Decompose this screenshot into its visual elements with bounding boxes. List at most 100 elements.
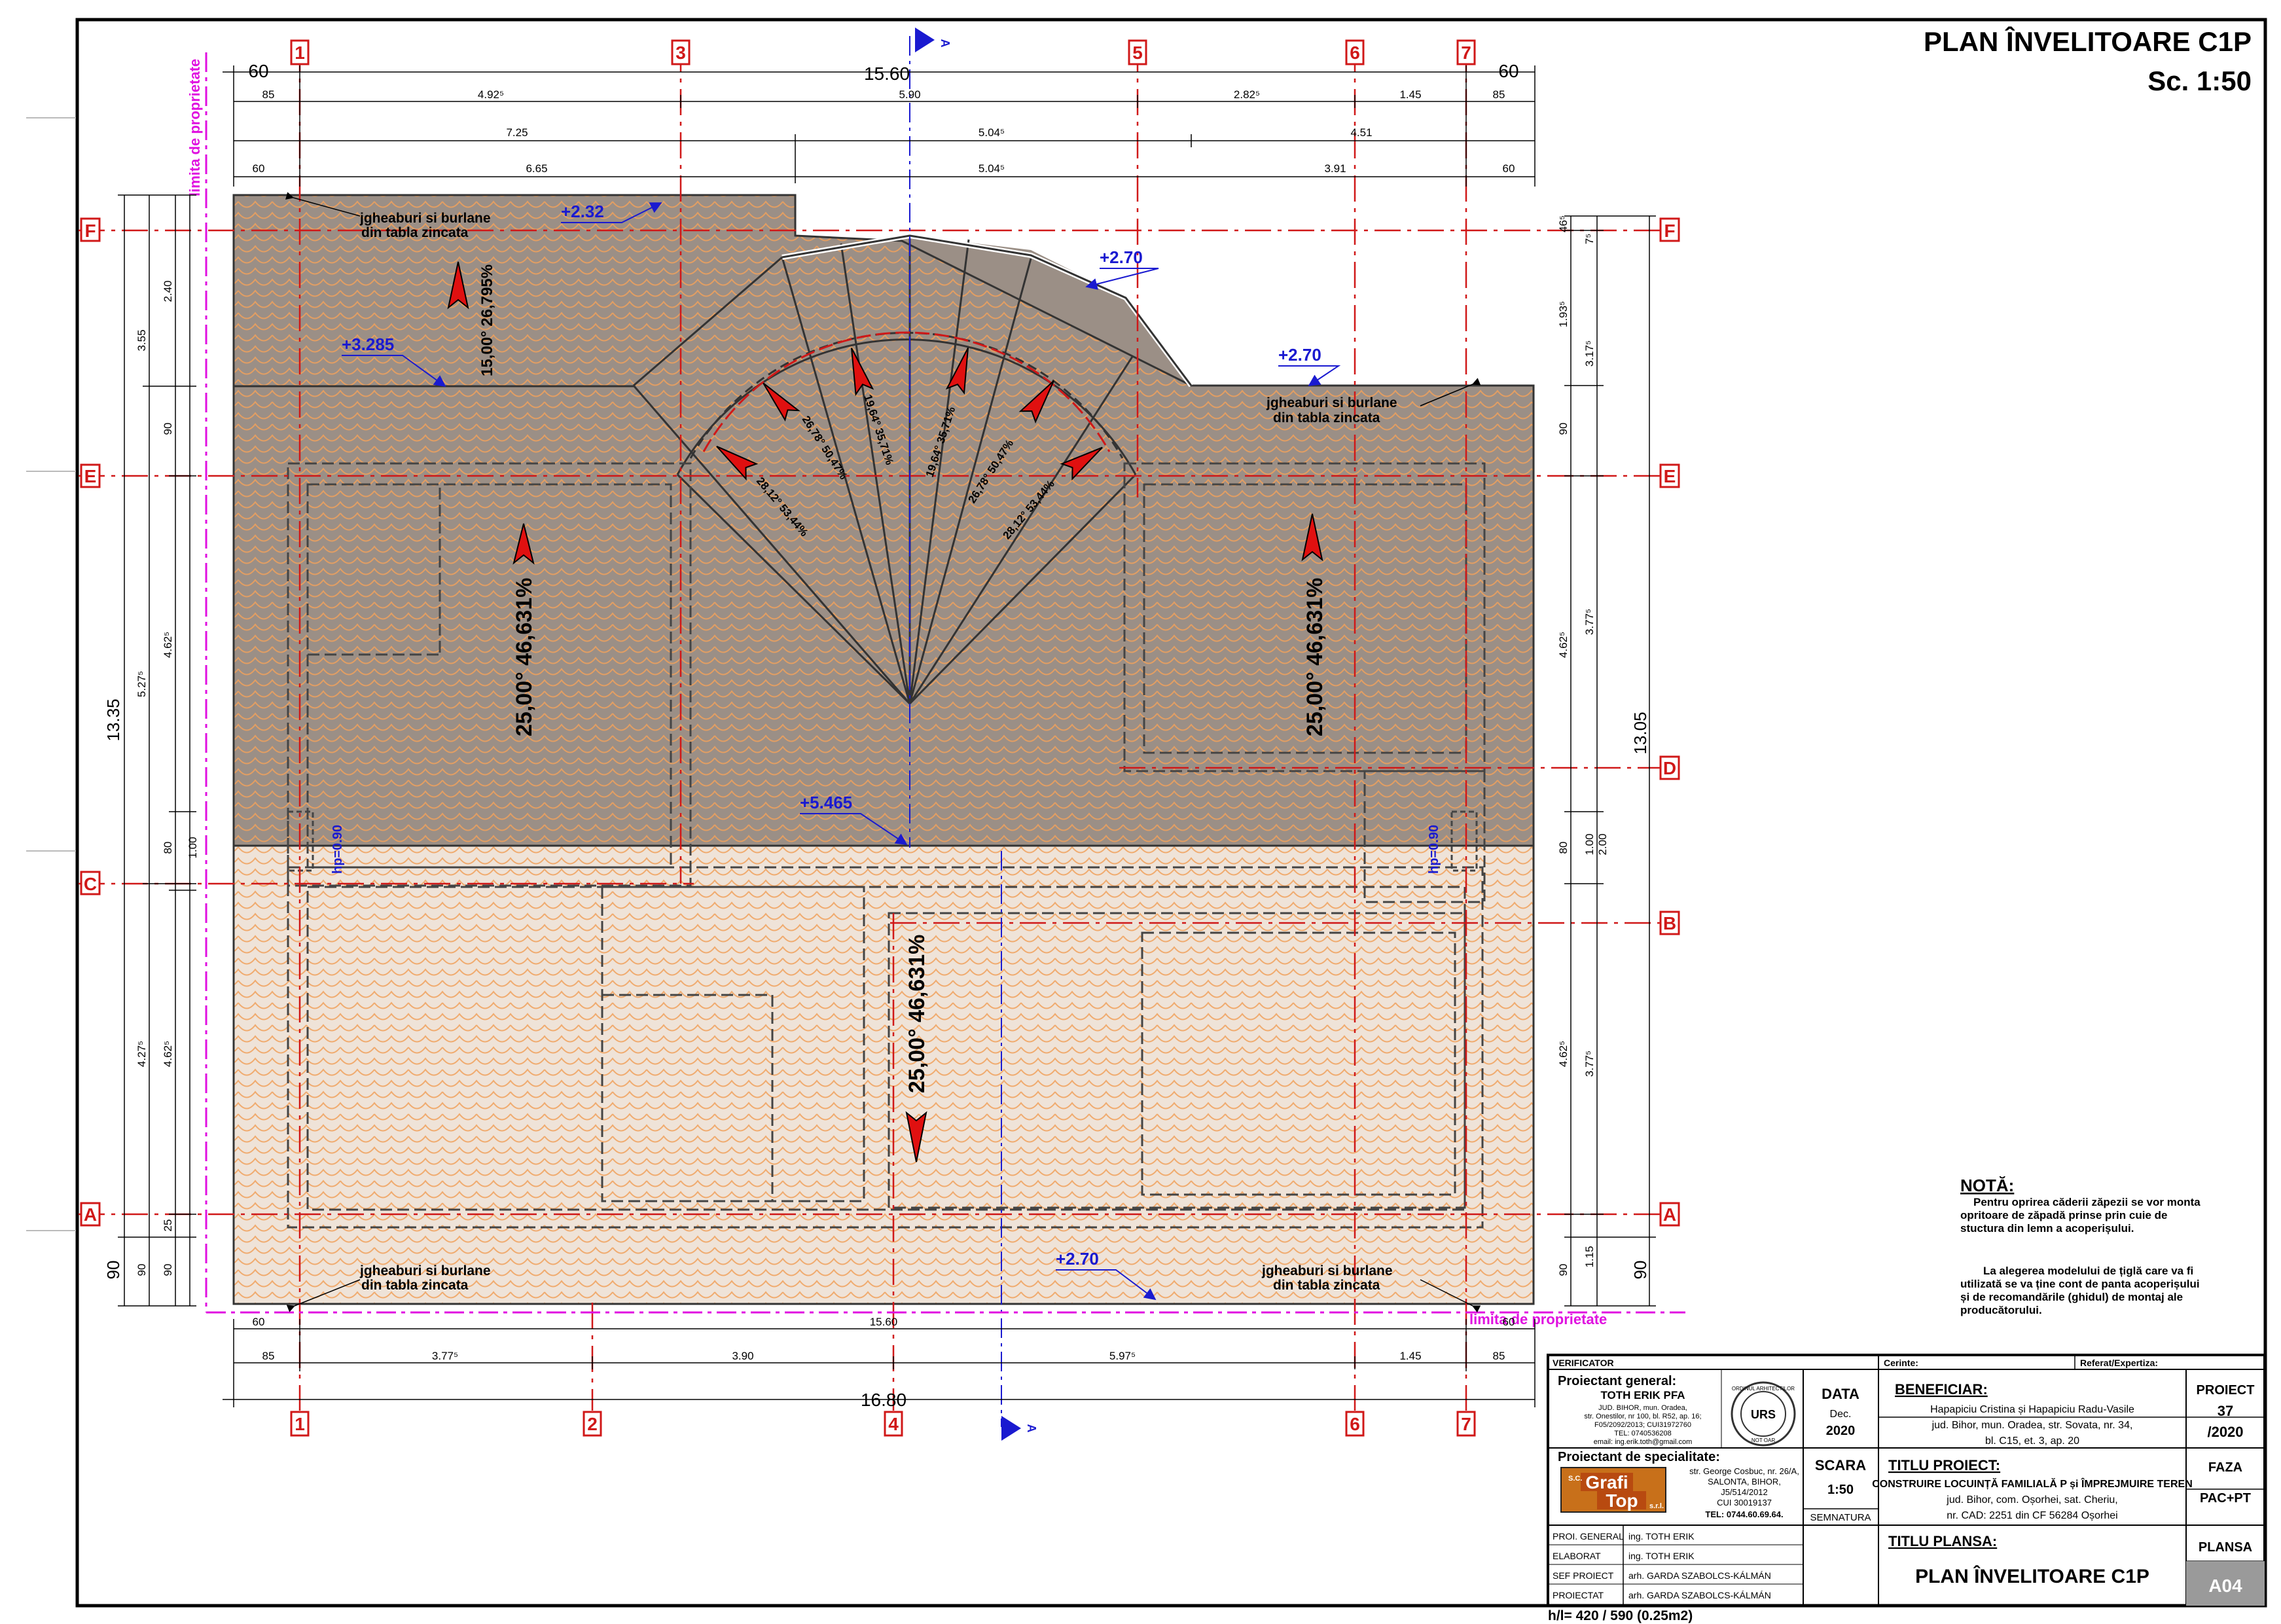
dim-top-r3-0: 60 <box>253 162 265 175</box>
axis-left-A: A <box>84 1204 97 1225</box>
svg-text:CONSTRUIRE LOCUINȚĂ FAMILIALĂ: CONSTRUIRE LOCUINȚĂ FAMILIALĂ P și ÎMPRE… <box>1872 1477 2193 1490</box>
svg-text:ORDINUL ARHITECTILOR: ORDINUL ARHITECTILOR <box>1732 1386 1795 1392</box>
dim-bot-overall: 16.80 <box>861 1390 907 1410</box>
svg-text:opritoare de zăpadă prinse pri: opritoare de zăpadă prinse prin cuie de <box>1960 1209 2167 1221</box>
dim-right-c2-2: 3.77⁵ <box>1583 609 1596 635</box>
svg-text:URS: URS <box>1751 1408 1776 1421</box>
dim-right-c1-1: 1.93⁵ <box>1557 301 1570 327</box>
tb-scara-label: SCARA <box>1815 1457 1866 1473</box>
dim-right-c2-4: 2.00 <box>1596 833 1609 855</box>
svg-text:str. Onestilor, nr 100, bl. R5: str. Onestilor, nr 100, bl. R52, ap. 16; <box>1584 1413 1701 1420</box>
svg-text:F05/2092/2013; CUI31972760: F05/2092/2013; CUI31972760 <box>1594 1421 1691 1429</box>
gutter-note-br-2: din tabla zincata <box>1273 1278 1380 1293</box>
axis-right-E: E <box>1664 466 1676 486</box>
dim-right-c1-5: 4.62⁵ <box>1557 1041 1570 1067</box>
slope-left-upper: 25,00° 46,631% <box>512 578 537 736</box>
dim-top-r1-3: 2.82⁵ <box>1234 88 1260 101</box>
tb-beneficiar-label: BENEFICIAR: <box>1895 1381 1988 1398</box>
tb-cerinte: Cerinte: <box>1884 1358 1918 1368</box>
dim-bot-r1-1: 15.60 <box>870 1316 898 1328</box>
axis-right-A: A <box>1663 1204 1676 1225</box>
level-bottom: +2.70 <box>1056 1249 1099 1269</box>
tb-titlu-plansa: PLAN ÎNVELITOARE C1P <box>1915 1565 2149 1587</box>
gutter-note-br-1: jgheaburi si burlane <box>1261 1263 1393 1278</box>
dim-left-c2-1: 90 <box>162 423 174 435</box>
dim-right-c2-0: 7⁵ <box>1583 234 1596 245</box>
svg-text:TEL: 0744.60.69.64.: TEL: 0744.60.69.64. <box>1705 1509 1783 1519</box>
section-marker-bottom: A <box>1001 1416 1038 1441</box>
svg-text:Grafi: Grafi <box>1585 1472 1628 1492</box>
svg-text:nr. CAD: 2251 din CF 56284 Oșo: nr. CAD: 2251 din CF 56284 Oșorhei <box>1947 1510 2117 1521</box>
tb-spec-label: Proiectant de specialitate: <box>1558 1450 1720 1464</box>
axis-left-E: E <box>84 466 97 486</box>
svg-text:str. George Cosbuc, nr. 26/A,: str. George Cosbuc, nr. 26/A, <box>1689 1466 1799 1476</box>
tb-titlu-proiect-label: TITLU PROIECT: <box>1888 1457 2000 1473</box>
tb-data-year: 2020 <box>1826 1424 1856 1438</box>
svg-text:Top: Top <box>1606 1490 1638 1511</box>
dim-right-c2-3: 1.00 <box>1583 833 1596 855</box>
dim-left-c2-2: 4.62⁵ <box>162 632 174 658</box>
tb-data-month: Dec. <box>1830 1409 1852 1420</box>
dim-top-r3-3: 3.91 <box>1324 162 1346 175</box>
svg-text:JUD. BIHOR, mun. Oradea,: JUD. BIHOR, mun. Oradea, <box>1598 1404 1687 1412</box>
right-dimensions <box>1564 215 1656 1307</box>
property-limit-label-left: limita de proprietate <box>187 59 203 196</box>
axis-top-1: 1 <box>295 43 305 63</box>
dim-right-c1-6: 90 <box>1557 1264 1570 1276</box>
dim-top-overall: 15.60 <box>864 63 910 84</box>
dim-left-c2-5: 25 <box>162 1219 174 1232</box>
svg-text:jud. Bihor, mun. Oradea, str.: jud. Bihor, mun. Oradea, str. Sovata, nr… <box>1931 1420 2133 1431</box>
tb-faza-label: FAZA <box>2208 1460 2242 1475</box>
tb-name-2: arh. GARDA SZABOLCS-KÁLMÁN <box>1628 1570 1771 1581</box>
tb-role-2: SEF PROIECT <box>1553 1570 1614 1581</box>
level-ridge: +5.465 <box>800 793 852 812</box>
tb-proiect-year: /2020 <box>2207 1424 2243 1440</box>
sheet-scale: Sc. 1:50 <box>2147 65 2252 96</box>
axis-top-7: 7 <box>1461 43 1471 63</box>
dim-top-r3-2: 5.04⁵ <box>979 162 1005 175</box>
tb-plansa-label: PLANSA <box>2199 1540 2252 1555</box>
tb-role-3: PROIECTAT <box>1553 1590 1604 1600</box>
dim-top-r1-1: 4.92⁵ <box>478 88 504 101</box>
tb-proiect-label: PROIECT <box>2197 1383 2255 1398</box>
axis-left-C: C <box>84 874 97 894</box>
svg-text:și de recomandările (ghidul): și de recomandările (ghidul) de montaj a… <box>1960 1291 2183 1303</box>
sheet-size-note: h/l= 420 / 590 (0.25m2) <box>1548 1608 1693 1623</box>
roof-surfaces <box>232 194 1535 1305</box>
dim-bot-r2-2: 3.90 <box>732 1350 753 1362</box>
svg-text:A: A <box>939 39 952 48</box>
dim-bot-r2-1: 3.77⁵ <box>432 1350 458 1362</box>
dim-left-c1-0: 3.55 <box>135 329 148 351</box>
dim-top-r3-4: 60 <box>1503 162 1515 175</box>
tb-gen-name: TOTH ERIK PFA <box>1600 1389 1685 1401</box>
dim-left-c2-6: 90 <box>162 1264 174 1276</box>
dim-right-c2-6: 1.15 <box>1583 1246 1596 1267</box>
dim-left-overall: 13.35 <box>103 698 123 741</box>
stamp-seal: ORDINUL ARHITECTILOR URS NOT OAR <box>1731 1381 1796 1447</box>
level-top: +2.32 <box>561 202 604 221</box>
tb-scara-value: 1:50 <box>1827 1483 1854 1497</box>
grafitop-logo: Grafi Top S.C. s.r.l. <box>1560 1467 1666 1513</box>
dim-right-c1-2: 90 <box>1557 423 1570 435</box>
axis-right-B: B <box>1663 913 1676 933</box>
svg-text:La alegerea modelului de țiglă: La alegerea modelului de țiglă care va f… <box>1983 1265 2193 1277</box>
dim-right-side: 90 <box>1630 1261 1650 1280</box>
dim-bot-r1-2: 60 <box>1503 1316 1515 1328</box>
dim-bot-r2-3: 5.97⁵ <box>1109 1350 1136 1362</box>
tb-name-0: ing. TOTH ERIK <box>1628 1531 1695 1542</box>
dim-left-c2-0: 2.40 <box>162 280 174 302</box>
dim-left-c1-2: 4.27⁵ <box>135 1041 148 1067</box>
dim-top-r1-2: 5.90 <box>899 88 920 101</box>
axis-bottom-7: 7 <box>1461 1414 1471 1434</box>
gutter-note-bl-1: jgheaburi si burlane <box>359 1263 491 1278</box>
gutter-note-tl-2: din tabla zincata <box>361 225 469 240</box>
dim-left-c1-1: 5.27⁵ <box>135 671 148 697</box>
dim-left-c2-4: 4.62⁵ <box>162 1041 174 1067</box>
dim-top-side-left: 60 <box>248 61 268 81</box>
dim-left-c3-0: 1.00 <box>187 837 199 858</box>
dim-top-side-right: 60 <box>1498 61 1518 81</box>
svg-text:S.C.: S.C. <box>1568 1475 1582 1483</box>
level-right: +2.70 <box>1278 345 1321 365</box>
tb-proiect-value: 37 <box>2218 1403 2233 1419</box>
gutter-note-bl-2: din tabla zincata <box>361 1278 469 1293</box>
